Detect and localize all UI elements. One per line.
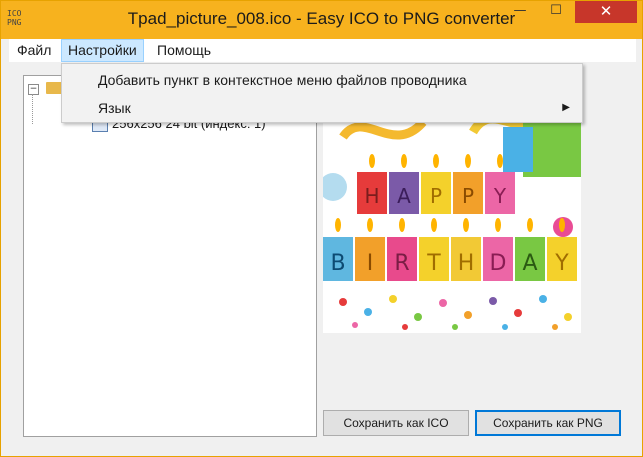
menu-item-language-label: Язык — [98, 100, 131, 116]
maximize-button[interactable]: ☐ — [537, 1, 575, 23]
menu-settings[interactable]: Настройки — [61, 39, 144, 62]
candle-letter: Y — [554, 251, 569, 276]
candle-letter: T — [426, 251, 441, 276]
submenu-arrow-icon: ▶ — [562, 102, 570, 113]
candle-letter: P — [430, 184, 442, 208]
folder-icon — [46, 82, 62, 94]
candle-letter: A — [397, 184, 411, 208]
candle-letter: P — [462, 184, 474, 208]
candle-letter: I — [367, 251, 374, 276]
menu-file[interactable]: Файл — [11, 39, 57, 62]
candle-letter: H — [458, 251, 475, 276]
candle-letter: D — [490, 251, 507, 276]
app-window: ICO PNG Tpad_picture_008.ico - Easy ICO … — [0, 0, 643, 457]
menu-item-language[interactable]: Язык ▶ — [62, 94, 582, 122]
save-as-ico-button[interactable]: Сохранить как ICO — [323, 410, 469, 436]
menu-item-add-context-menu-label: Добавить пункт в контекстное меню файлов… — [98, 72, 467, 88]
tree-connector-line — [32, 94, 34, 124]
save-as-png-button[interactable]: Сохранить как PNG — [475, 410, 621, 436]
candle-letter: R — [394, 251, 409, 276]
settings-dropdown-menu: Добавить пункт в контекстное меню файлов… — [61, 63, 583, 123]
candle-letter: H — [364, 184, 379, 208]
title-bar[interactable]: ICO PNG Tpad_picture_008.ico - Easy ICO … — [1, 1, 642, 39]
candle-letter: Y — [493, 184, 507, 208]
candle-letter: A — [522, 251, 537, 276]
minimize-button[interactable]: — — [503, 1, 537, 23]
candle-letter: B — [330, 251, 345, 276]
menu-bar: Файл Настройки Помощь — [9, 39, 636, 62]
close-button[interactable]: ✕ — [575, 1, 637, 23]
menu-item-add-context-menu[interactable]: Добавить пункт в контекстное меню файлов… — [62, 66, 582, 94]
icon-tree-view[interactable]: − 256x256 24 bit (индекс: 1) — [23, 75, 317, 437]
menu-help[interactable]: Помощь — [151, 39, 217, 62]
